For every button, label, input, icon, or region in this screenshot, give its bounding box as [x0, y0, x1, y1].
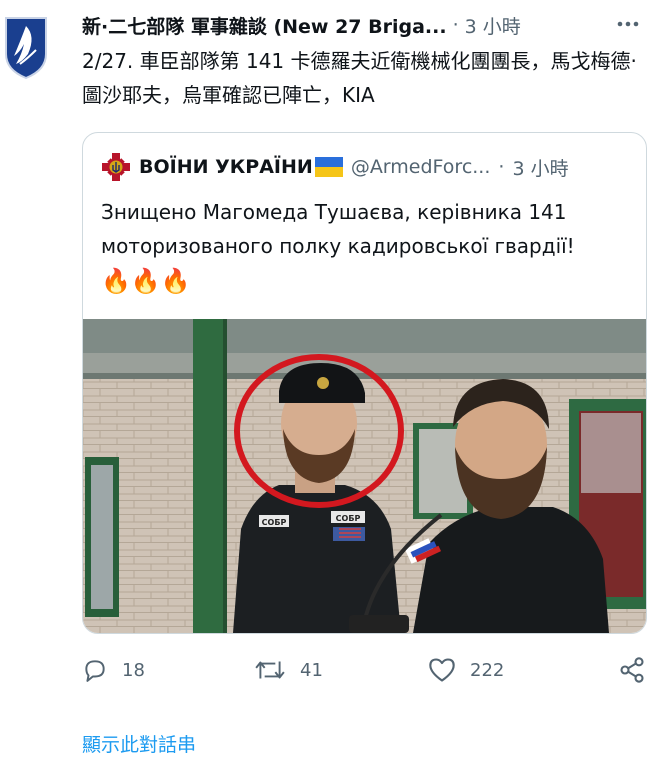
- ukraine-flag-icon: [314, 157, 343, 177]
- quote-handle: @ArmedForc...: [350, 156, 491, 178]
- share-button[interactable]: [618, 650, 646, 690]
- reply-count: 18: [122, 659, 145, 681]
- quote-time: 3 小時: [512, 157, 569, 180]
- quote-author-name: ВОЇНИ УКРАЇНИ: [139, 156, 313, 178]
- army-emblem-icon: [102, 153, 130, 181]
- quote-text: Знищено Магомеда Тушаєва, керівника 141 …: [101, 195, 631, 299]
- patch-left: СОБР: [262, 518, 287, 527]
- reply-icon: [85, 660, 105, 682]
- reply-button[interactable]: 18: [82, 650, 145, 690]
- quote-body: Знищено Магомеда Тушаєва, керівника 141 …: [101, 200, 575, 258]
- quote-photo[interactable]: СОБР СОБР: [83, 319, 646, 633]
- tweet-header: 新·二七部隊 軍事雜談 (New 27 Briga... · 3 小時: [82, 8, 642, 42]
- quote-emoji: 🔥🔥🔥: [101, 267, 191, 295]
- patch-right: СОБР: [336, 514, 361, 523]
- more-button[interactable]: [614, 10, 642, 38]
- share-icon: [620, 657, 644, 683]
- show-thread-link[interactable]: 顯示此對話串: [82, 730, 196, 757]
- tweet-time[interactable]: 3 小時: [465, 12, 521, 39]
- like-icon: [429, 658, 455, 682]
- retweet-count: 41: [300, 659, 323, 681]
- action-bar: 18 41 222: [82, 650, 652, 690]
- tweet-text: 2/27. 車臣部隊第 141 卡德羅夫近衛機械化團團長，馬戈梅德·圖沙耶夫，烏…: [82, 49, 637, 107]
- more-icon: [617, 21, 639, 27]
- brigade-logo-icon: [5, 17, 47, 80]
- separator-dot: ·: [452, 14, 459, 36]
- retweet-button[interactable]: 41: [254, 650, 323, 690]
- quoted-tweet[interactable]: ВОЇНИ УКРАЇНИ @ArmedForc... · 3 小時 Знище…: [82, 132, 647, 634]
- like-button[interactable]: 222: [428, 650, 504, 690]
- quote-header: ВОЇНИ УКРАЇНИ @ArmedForc... · 3 小時: [101, 151, 634, 183]
- like-count: 222: [470, 659, 505, 681]
- author-name[interactable]: 新·二七部隊 軍事雜談 (New 27 Briga...: [82, 12, 447, 39]
- retweet-icon: [255, 661, 285, 679]
- quote-separator: ·: [498, 156, 505, 178]
- avatar[interactable]: [2, 14, 50, 80]
